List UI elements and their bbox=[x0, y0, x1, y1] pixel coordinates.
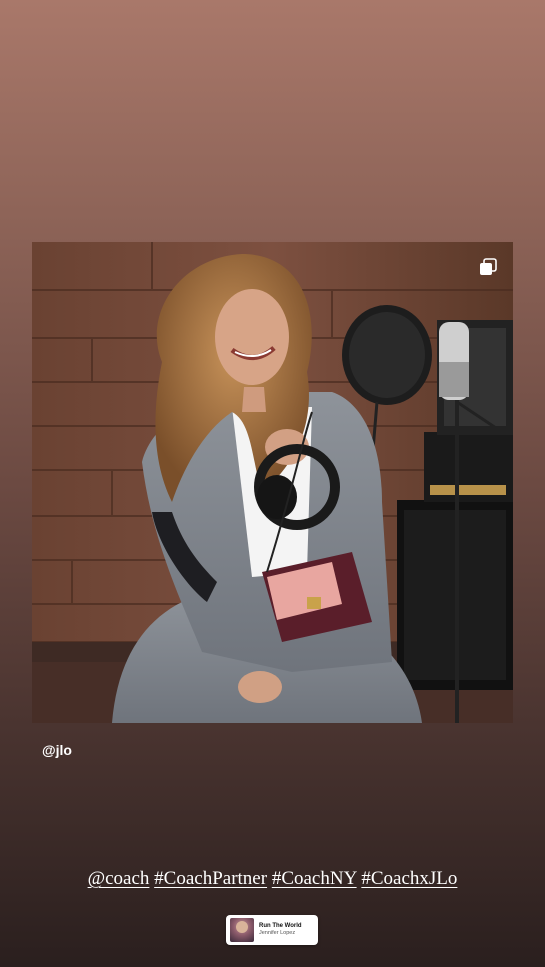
shared-post-photo[interactable] bbox=[32, 242, 513, 723]
caption-tags: @coach #CoachPartner #CoachNY #CoachxJLo bbox=[0, 868, 545, 890]
music-text: Run The World Jennifer Lopez bbox=[259, 923, 302, 937]
music-sticker[interactable]: Run The World Jennifer Lopez bbox=[226, 915, 318, 945]
post-username[interactable]: @jlo bbox=[42, 742, 72, 758]
hashtag-coachxjlo[interactable]: #CoachxJLo bbox=[361, 868, 457, 889]
album-art-image bbox=[230, 918, 254, 942]
hashtag-coachny[interactable]: #CoachNY bbox=[272, 868, 357, 889]
music-artist: Jennifer Lopez bbox=[259, 930, 296, 937]
post-image bbox=[32, 242, 513, 723]
mention-coach[interactable]: @coach bbox=[88, 868, 150, 889]
hashtag-coachpartner[interactable]: #CoachPartner bbox=[154, 868, 267, 889]
music-title: Run The World bbox=[259, 923, 302, 930]
multiple-photos-icon bbox=[480, 258, 497, 275]
